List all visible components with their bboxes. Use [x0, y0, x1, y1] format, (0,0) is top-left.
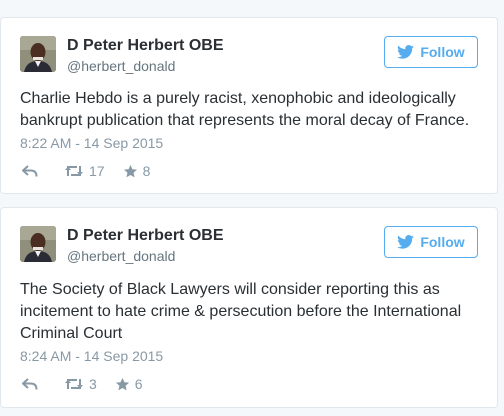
- star-icon: [123, 164, 137, 177]
- profile-photo-icon: [20, 36, 56, 72]
- tweet-actions: 17 8: [22, 162, 150, 180]
- avatar[interactable]: [20, 36, 56, 72]
- reply-button[interactable]: [22, 377, 38, 391]
- favorite-count: 8: [142, 163, 151, 179]
- retweet-icon: [65, 166, 83, 176]
- tweet-timestamp[interactable]: 8:24 AM - 14 Sep 2015: [20, 348, 163, 364]
- retweet-icon: [65, 379, 83, 389]
- reply-icon: [22, 165, 38, 177]
- follow-label: Follow: [420, 44, 465, 60]
- retweet-count: 17: [89, 163, 105, 179]
- avatar[interactable]: [20, 226, 56, 262]
- display-name[interactable]: D Peter Herbert OBE: [67, 227, 224, 245]
- tweet-card: D Peter Herbert OBE @herbert_donald Foll…: [0, 17, 498, 194]
- twitter-bird-icon: [397, 45, 415, 59]
- favorite-button[interactable]: 6: [115, 376, 143, 392]
- favorite-count: 6: [134, 376, 143, 392]
- username-handle[interactable]: @herbert_donald: [67, 58, 175, 74]
- retweet-count: 3: [89, 376, 97, 392]
- profile-photo-icon: [20, 226, 56, 262]
- retweet-button[interactable]: 3: [64, 376, 97, 392]
- follow-button[interactable]: Follow: [384, 36, 478, 68]
- tweet-text: The Society of Black Lawyers will consid…: [20, 281, 462, 342]
- tweet-text: Charlie Hebdo is a purely racist, xenoph…: [20, 90, 470, 129]
- follow-label: Follow: [420, 234, 465, 250]
- username-handle[interactable]: @herbert_donald: [67, 248, 175, 264]
- star-icon: [115, 377, 129, 390]
- favorite-button[interactable]: 8: [123, 163, 151, 179]
- follow-button[interactable]: Follow: [384, 226, 478, 258]
- tweet-actions: 3 6: [22, 375, 143, 393]
- display-name[interactable]: D Peter Herbert OBE: [67, 37, 224, 55]
- reply-icon: [22, 378, 38, 390]
- retweet-button[interactable]: 17: [64, 163, 105, 179]
- reply-button[interactable]: [22, 164, 38, 178]
- twitter-bird-icon: [397, 235, 415, 249]
- tweet-card: D Peter Herbert OBE @herbert_donald Foll…: [0, 207, 498, 408]
- tweet-timestamp[interactable]: 8:22 AM - 14 Sep 2015: [20, 135, 163, 151]
